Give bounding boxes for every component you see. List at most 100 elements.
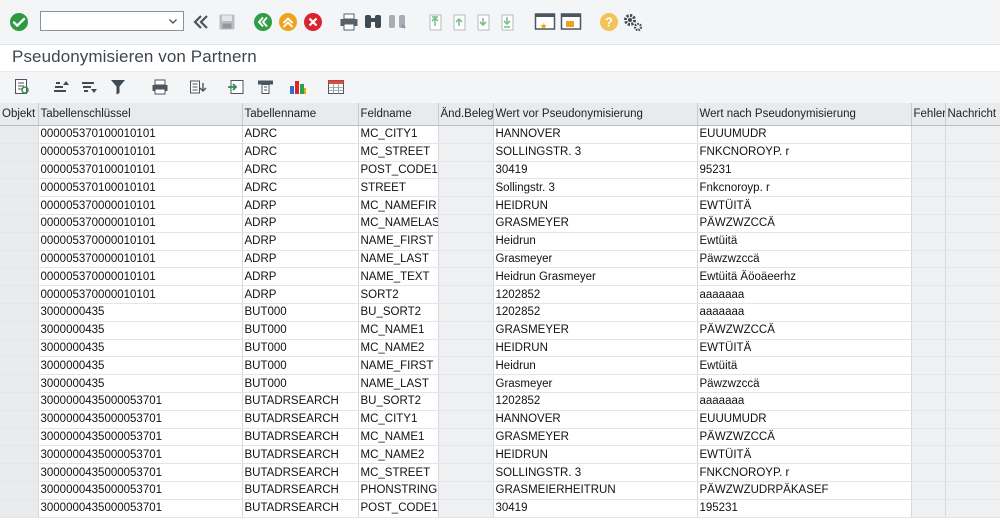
cell-nachricht[interactable] [945, 445, 1000, 465]
cell-objekt[interactable] [0, 463, 39, 482]
cell-nachricht[interactable] [945, 232, 1000, 251]
local-file-icon[interactable] [226, 77, 246, 97]
cell-objekt[interactable] [0, 214, 39, 233]
cell-aend-beleg[interactable] [438, 481, 494, 500]
cell-aend-beleg[interactable] [438, 499, 494, 518]
cell-tabellenschluessel[interactable]: 3000000435000053701 [38, 392, 243, 411]
cell-tabellenschluessel[interactable]: 000005370100010101 [38, 125, 243, 144]
cell-tabellenschluessel[interactable]: 3000000435 [38, 339, 243, 358]
cell-nachricht[interactable] [945, 178, 1000, 198]
cell-fehler[interactable] [911, 374, 946, 393]
cell-fehler[interactable] [911, 232, 946, 251]
cell-tabellenname[interactable]: ADRP [242, 214, 359, 233]
cell-fehler[interactable] [911, 463, 946, 482]
cell-aend-beleg[interactable] [438, 267, 494, 287]
cell-wert-vor[interactable]: HANNOVER [493, 410, 698, 429]
cell-wert-vor[interactable]: 1202852 [493, 285, 698, 304]
cell-tabellenschluessel[interactable]: 3000000435 [38, 356, 243, 376]
cell-feldname[interactable]: MC_STREET [358, 143, 439, 162]
cell-aend-beleg[interactable] [438, 161, 494, 180]
cell-wert-vor[interactable]: Grasmeyer [493, 374, 698, 393]
cell-objekt[interactable] [0, 339, 39, 358]
cell-aend-beleg[interactable] [438, 339, 494, 358]
cell-tabellenschluessel[interactable]: 000005370000010101 [38, 285, 243, 304]
cell-nachricht[interactable] [945, 392, 1000, 411]
cell-feldname[interactable]: MC_NAME2 [358, 445, 439, 465]
cell-tabellenschluessel[interactable]: 000005370000010101 [38, 250, 243, 269]
cell-wert-vor[interactable]: Heidrun [493, 232, 698, 251]
cell-wert-vor[interactable]: HEIDRUN [493, 196, 698, 215]
cell-objekt[interactable] [0, 125, 39, 144]
cell-objekt[interactable] [0, 374, 39, 393]
graphic-icon[interactable] [288, 77, 308, 97]
cell-wert-nach[interactable]: FNKCNOROYP. r [697, 143, 912, 162]
create-session-icon[interactable] [534, 11, 556, 33]
table-row[interactable]: 000005370100010101 ADRC POST_CODE1 30419 952… [0, 161, 1000, 180]
cell-nachricht[interactable] [945, 285, 1000, 304]
cell-tabellenschluessel[interactable]: 000005370100010101 [38, 161, 243, 180]
cell-tabellenschluessel[interactable]: 000005370000010101 [38, 232, 243, 251]
cell-nachricht[interactable] [945, 410, 1000, 429]
layout-icon[interactable] [256, 77, 276, 97]
cell-wert-vor[interactable]: 1202852 [493, 303, 698, 322]
column-header-objekt[interactable]: Objekt [0, 103, 39, 126]
cell-aend-beleg[interactable] [438, 143, 494, 162]
cell-objekt[interactable] [0, 178, 39, 198]
cell-aend-beleg[interactable] [438, 392, 494, 411]
cell-fehler[interactable] [911, 339, 946, 358]
cell-wert-vor[interactable]: GRASMEYER [493, 214, 698, 233]
help-icon[interactable]: ? [598, 11, 620, 33]
cell-feldname[interactable]: NAME_LAST [358, 250, 439, 269]
cell-aend-beleg[interactable] [438, 196, 494, 215]
cell-fehler[interactable] [911, 392, 946, 411]
cell-feldname[interactable]: MC_NAMEFIR [358, 196, 439, 215]
table-row[interactable]: 3000000435000053701 BUTADRSEARCH MC_NAME1 G… [0, 428, 1000, 447]
cell-fehler[interactable] [911, 499, 946, 518]
column-header-feldname[interactable]: Feldname [358, 103, 439, 126]
cell-tabellenschluessel[interactable]: 000005370000010101 [38, 214, 243, 233]
cell-tabellenname[interactable]: ADRP [242, 267, 359, 287]
cell-wert-nach[interactable]: PÄWZWZUDRPÄKASEF [697, 481, 912, 500]
cell-nachricht[interactable] [945, 125, 1000, 144]
cell-aend-beleg[interactable] [438, 428, 494, 447]
cell-tabellenname[interactable]: ADRC [242, 161, 359, 180]
chevron-down-icon[interactable] [167, 14, 179, 28]
cell-wert-vor[interactable]: HEIDRUN [493, 339, 698, 358]
cell-feldname[interactable]: MC_NAME1 [358, 428, 439, 447]
cell-wert-vor[interactable]: HANNOVER [493, 125, 698, 144]
cell-tabellenname[interactable]: ADRP [242, 232, 359, 251]
table-row[interactable]: 000005370000010101 ADRP SORT2 1202852 aaaaaa… [0, 285, 1000, 304]
cell-tabellenname[interactable]: BUT000 [242, 321, 359, 340]
cell-nachricht[interactable] [945, 143, 1000, 162]
cell-wert-nach[interactable]: PÄWZWZCCÄ [697, 321, 912, 340]
previous-page-icon[interactable] [448, 11, 470, 33]
cell-nachricht[interactable] [945, 339, 1000, 358]
cell-objekt[interactable] [0, 232, 39, 251]
next-page-icon[interactable] [472, 11, 494, 33]
cell-aend-beleg[interactable] [438, 285, 494, 304]
column-header-aend-beleg[interactable]: Änd.Beleg [438, 103, 494, 126]
cell-objekt[interactable] [0, 321, 39, 340]
cell-wert-vor[interactable]: GRASMEIERHEITRUN [493, 481, 698, 500]
cell-fehler[interactable] [911, 428, 946, 447]
cell-wert-nach[interactable]: aaaaaaa [697, 303, 912, 322]
print-icon[interactable] [338, 11, 360, 33]
cell-aend-beleg[interactable] [438, 303, 494, 322]
table-row[interactable]: 3000000435 BUT000 MC_NAME2 HEIDRUN EWTÜITÄ [0, 339, 1000, 358]
cell-wert-nach[interactable]: EUUUMUDR [697, 125, 912, 144]
cell-objekt[interactable] [0, 143, 39, 162]
cell-nachricht[interactable] [945, 303, 1000, 322]
cell-nachricht[interactable] [945, 196, 1000, 215]
cell-objekt[interactable] [0, 196, 39, 215]
cell-nachricht[interactable] [945, 481, 1000, 500]
cell-objekt[interactable] [0, 285, 39, 304]
sort-descending-icon[interactable] [80, 77, 100, 97]
cell-wert-nach[interactable]: 195231 [697, 499, 912, 518]
cell-feldname[interactable]: BU_SORT2 [358, 303, 439, 322]
cell-fehler[interactable] [911, 445, 946, 465]
table-row[interactable]: 3000000435000053701 BUTADRSEARCH MC_CITY1 H… [0, 410, 1000, 429]
table-row[interactable]: 3000000435 BUT000 NAME_LAST Grasmeyer Päwzwz… [0, 374, 1000, 393]
cell-aend-beleg[interactable] [438, 356, 494, 376]
cell-nachricht[interactable] [945, 161, 1000, 180]
cell-fehler[interactable] [911, 356, 946, 376]
